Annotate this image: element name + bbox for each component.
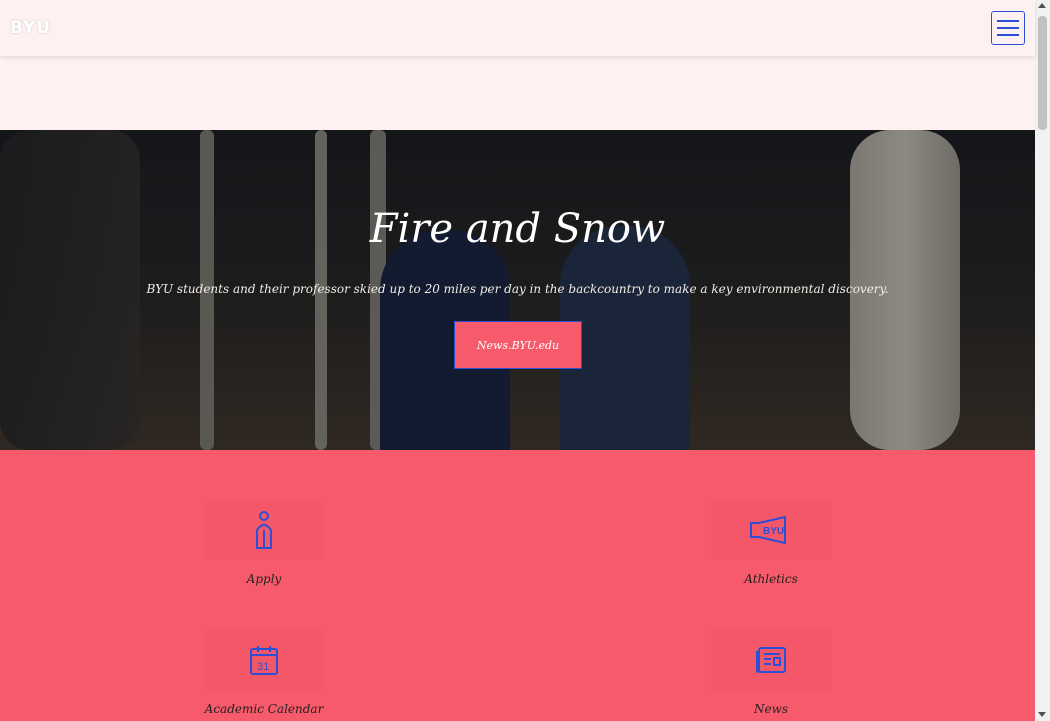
quick-link-label: Academic Calendar: [204, 702, 324, 716]
quick-link-athletics[interactable]: BYU Athletics: [711, 500, 831, 586]
site-header: BYU: [0, 0, 1035, 56]
hero-banner: Fire and Snow BYU students and their pro…: [0, 130, 1035, 450]
quick-link-apply[interactable]: Apply: [204, 500, 324, 586]
menu-line: [997, 34, 1019, 36]
quick-link-label: Apply: [246, 572, 282, 586]
quick-link-news[interactable]: News: [711, 630, 831, 716]
hero-subtitle: BYU students and their professor skied u…: [146, 282, 889, 296]
scroll-down-arrow-icon[interactable]: [1038, 712, 1046, 717]
menu-line: [997, 20, 1019, 22]
quick-link-label: News: [753, 702, 789, 716]
calendar-day: 31: [257, 661, 269, 673]
quick-link-academic-calendar[interactable]: 31 Academic Calendar: [204, 630, 324, 716]
menu-line: [997, 27, 1019, 29]
calendar-icon: 31: [204, 630, 324, 690]
newspaper-icon: [711, 630, 831, 690]
hero-title: Fire and Snow: [369, 206, 666, 252]
hamburger-menu-icon[interactable]: [991, 11, 1025, 45]
scroll-up-arrow-icon[interactable]: [1038, 3, 1046, 8]
vertical-scrollbar[interactable]: [1035, 0, 1050, 721]
news-link-button[interactable]: News.BYU.edu: [454, 321, 582, 369]
svg-text:BYU: BYU: [763, 526, 784, 537]
quick-links-section: Apply BYU Athletics 31 Academic Calendar: [0, 450, 1035, 721]
quick-link-label: Athletics: [744, 572, 798, 586]
graduate-icon: [204, 500, 324, 560]
byu-logo[interactable]: BYU: [10, 18, 51, 38]
scroll-thumb[interactable]: [1038, 16, 1047, 130]
megaphone-byu-icon: BYU: [711, 500, 831, 560]
